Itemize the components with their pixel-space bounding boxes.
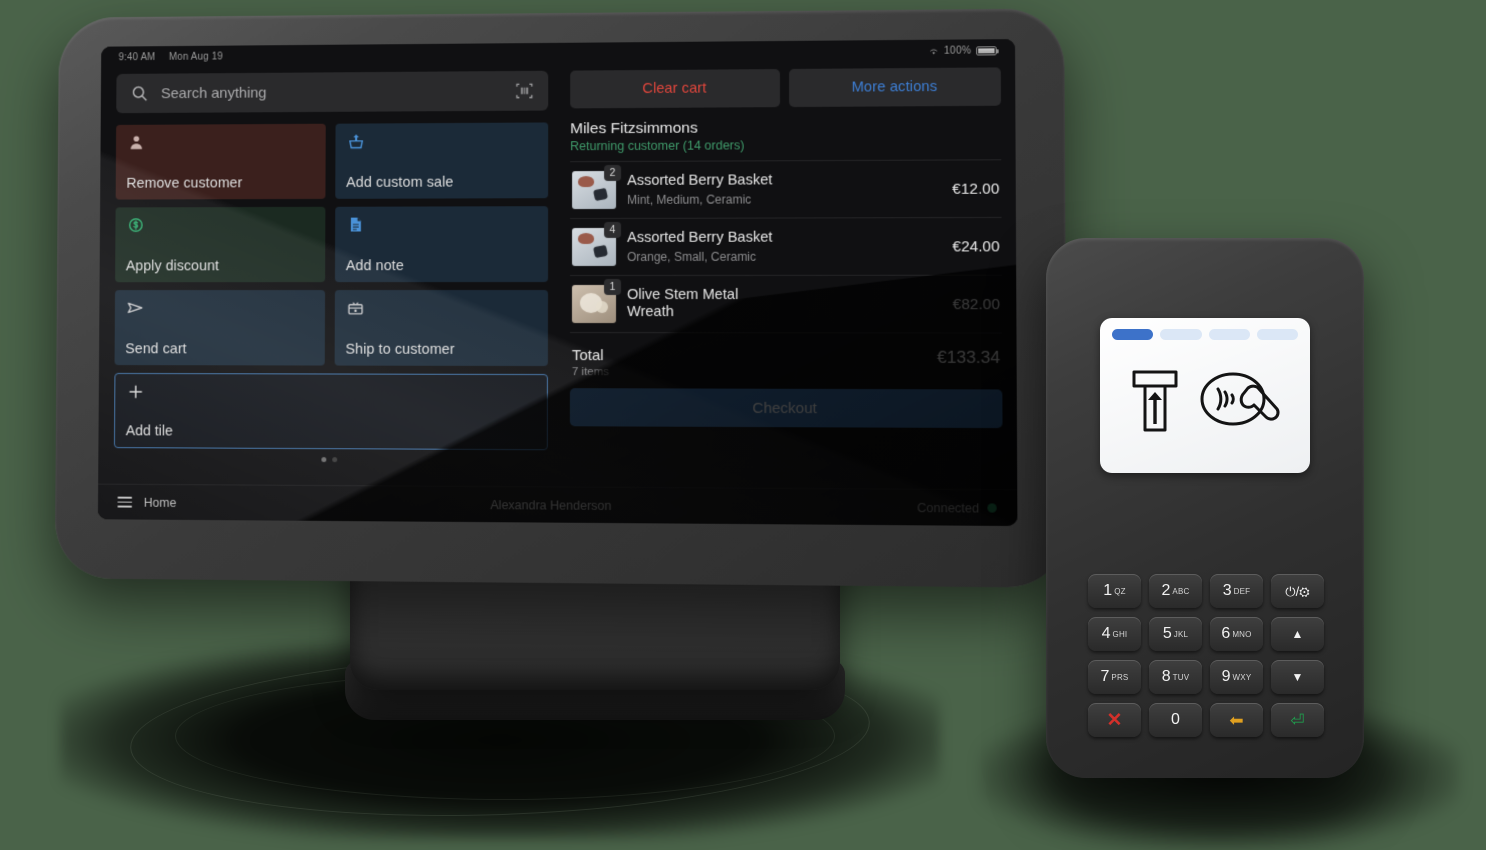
- progress-pill: [1208, 329, 1250, 340]
- item-title: Olive Stem Metal Wreath: [627, 286, 739, 321]
- wifi-icon: [928, 45, 939, 54]
- key-scroll-down[interactable]: ▼: [1271, 660, 1324, 694]
- battery-percent: 100%: [944, 44, 972, 57]
- discount-tag-icon: [126, 215, 146, 235]
- cart-line-item[interactable]: 2 Assorted Berry Basket Mint, Medium, Ce…: [570, 160, 1002, 220]
- item-thumbnail-wrap: 4: [572, 221, 622, 267]
- clear-cart-button[interactable]: Clear cart: [570, 69, 780, 109]
- card-insert-icon: [1132, 370, 1178, 432]
- key-enter[interactable]: ⏎: [1271, 703, 1324, 737]
- tile-apply-discount[interactable]: Apply discount: [115, 206, 326, 283]
- hamburger-menu-icon[interactable]: [117, 496, 133, 508]
- nav-home-label[interactable]: Home: [144, 495, 177, 509]
- status-date: Mon Aug 19: [168, 51, 223, 63]
- tile-ship-to-customer[interactable]: Ship to customer: [334, 290, 549, 367]
- key-3[interactable]: 3 DEF: [1210, 574, 1263, 608]
- send-icon: [126, 298, 146, 318]
- green-status-dot: [987, 503, 997, 513]
- page-indicator[interactable]: [114, 456, 548, 463]
- item-variant: Orange, Small, Ceramic: [627, 249, 757, 264]
- actions-pane: Search anything Remove customer Add cust…: [98, 65, 562, 487]
- pos-tablet-device: 9:40 AM Mon Aug 19 100% Search anything …: [54, 8, 1068, 588]
- plus-icon: [126, 382, 146, 402]
- customer-name: Miles Fitzsimmons: [570, 119, 698, 138]
- card-reader-device: 1 QZ 2 ABC 3 DEF ⏻/⚙ 4 GHI 5 JKL 6 MNO ▲ 7 PRS …: [1046, 238, 1364, 778]
- progress-pill: [1256, 329, 1298, 340]
- shipping-box-icon: [346, 298, 366, 318]
- barcode-scanner-icon[interactable]: [514, 81, 534, 101]
- tile-label: Send cart: [125, 341, 187, 358]
- tile-label: Add custom sale: [346, 174, 454, 191]
- add-tile-label: Add tile: [125, 423, 173, 440]
- item-price: €12.00: [952, 180, 1000, 198]
- bottom-nav-bar: Home Alexandra Henderson Connected: [97, 483, 1018, 527]
- cart-line-item[interactable]: 1 Olive Stem Metal Wreath €82.00: [569, 275, 1003, 334]
- staff-name: Alexandra Henderson: [490, 497, 612, 513]
- tile-add-note[interactable]: Add note: [334, 206, 549, 283]
- key-power-settings[interactable]: ⏻/⚙: [1271, 574, 1324, 608]
- key-4[interactable]: 4 GHI: [1088, 617, 1141, 651]
- key-5[interactable]: 5 JKL: [1149, 617, 1202, 651]
- more-actions-button[interactable]: More actions: [788, 67, 1001, 108]
- customer-block[interactable]: Miles Fitzsimmons Returning customer (14…: [570, 118, 1001, 161]
- item-quantity-badge: 2: [604, 164, 622, 182]
- item-title: Assorted Berry Basket: [627, 230, 773, 247]
- total-item-count: 7 items: [571, 366, 610, 379]
- total-amount: €133.34: [936, 347, 1001, 368]
- cart-total-row: Total 7 items €133.34: [572, 347, 1000, 379]
- key-scroll-up[interactable]: ▲: [1271, 617, 1324, 651]
- status-time: 9:40 AM: [118, 51, 156, 63]
- key-cancel[interactable]: ✕: [1088, 703, 1141, 737]
- tile-label: Remove customer: [126, 175, 243, 192]
- note-icon: [350, 217, 361, 232]
- tile-send-cart[interactable]: Send cart: [114, 290, 326, 366]
- page-dot[interactable]: [332, 457, 338, 463]
- tile-label: Ship to customer: [345, 341, 455, 358]
- item-quantity-badge: 4: [604, 221, 622, 238]
- key-1[interactable]: 1 QZ: [1088, 574, 1141, 608]
- reader-progress-pills: [1112, 329, 1298, 340]
- key-6[interactable]: 6 MNO: [1210, 617, 1263, 651]
- battery-icon: [976, 45, 997, 55]
- key-7[interactable]: 7 PRS: [1088, 660, 1141, 694]
- search-icon: [130, 84, 150, 104]
- tablet-screen: 9:40 AM Mon Aug 19 100% Search anything …: [97, 39, 1018, 527]
- page-dot-active[interactable]: [321, 457, 327, 463]
- tile-add-custom-sale[interactable]: Add custom sale: [335, 122, 549, 199]
- key-2[interactable]: 2 ABC: [1149, 574, 1202, 608]
- cart-pane: Clear cart More actions Miles Fitzsimmon…: [562, 61, 1017, 489]
- tile-label: Add note: [345, 258, 404, 275]
- add-tile-button[interactable]: Add tile: [113, 372, 548, 451]
- key-9[interactable]: 9 WXY: [1210, 660, 1263, 694]
- item-title: Assorted Berry Basket: [627, 172, 773, 190]
- cart-action-bar: Clear cart More actions: [570, 67, 1001, 109]
- checkout-button[interactable]: Checkout: [569, 388, 1003, 429]
- connection-status-label: Connected: [917, 500, 980, 516]
- key-0[interactable]: 0: [1149, 703, 1202, 737]
- person-icon: [130, 136, 143, 150]
- item-quantity-badge: 1: [604, 278, 622, 295]
- search-bar[interactable]: Search anything: [116, 70, 549, 114]
- card-reader-keypad: 1 QZ 2 ABC 3 DEF ⏻/⚙ 4 GHI 5 JKL 6 MNO ▲ 7 PRS …: [1088, 574, 1324, 737]
- search-input[interactable]: Search anything: [161, 83, 503, 101]
- customer-subtitle: Returning customer (14 orders): [570, 138, 745, 154]
- progress-pill: [1160, 329, 1202, 340]
- progress-pill-active: [1112, 329, 1154, 340]
- action-tile-grid: Remove customer Add custom sale Apply di…: [114, 122, 549, 367]
- card-reader-screen: [1100, 318, 1310, 473]
- item-thumbnail-wrap: 1: [571, 278, 622, 324]
- cart-items-list: 2 Assorted Berry Basket Mint, Medium, Ce…: [569, 159, 1003, 334]
- contactless-tap-icon: [1200, 372, 1280, 426]
- item-variant: Mint, Medium, Ceramic: [627, 192, 752, 207]
- upload-cart-icon: [346, 134, 366, 151]
- item-price: €82.00: [952, 295, 1000, 313]
- item-price: €24.00: [952, 237, 1000, 255]
- item-thumbnail-wrap: 2: [572, 164, 622, 210]
- tile-label: Apply discount: [125, 258, 220, 275]
- cart-line-item[interactable]: 4 Assorted Berry Basket Orange, Small, C…: [570, 217, 1002, 276]
- key-backspace[interactable]: ⬅: [1210, 703, 1263, 737]
- tile-remove-customer[interactable]: Remove customer: [115, 123, 326, 200]
- total-label: Total: [571, 347, 604, 365]
- key-8[interactable]: 8 TUV: [1149, 660, 1202, 694]
